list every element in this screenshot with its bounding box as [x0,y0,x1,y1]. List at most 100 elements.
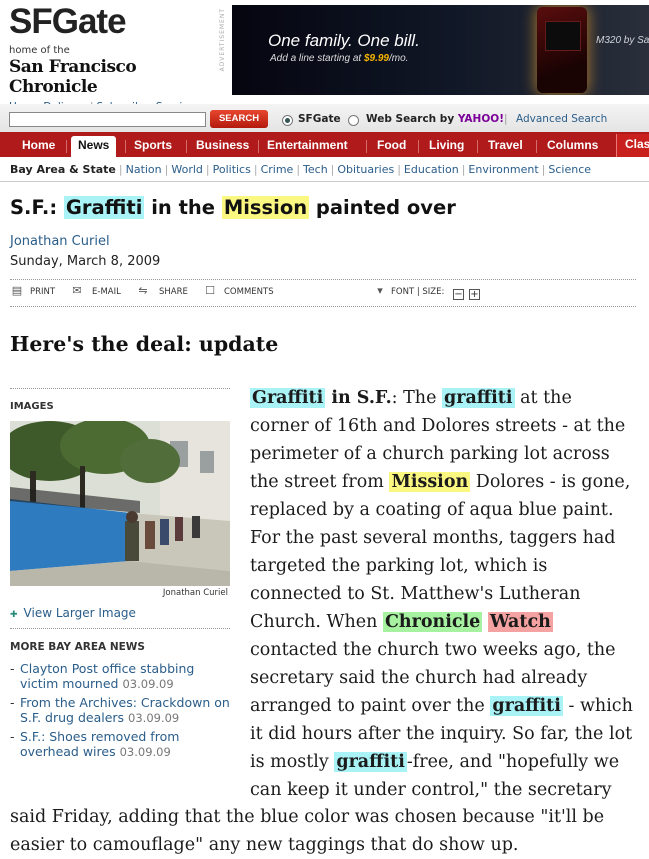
nav-divider [258,140,259,153]
sfgate-logo[interactable]: SFGate [9,3,224,41]
left-column-divider [10,388,230,389]
tab-sports[interactable]: Sports [134,136,172,157]
tools-divider-top [10,279,636,280]
subnav-education[interactable]: Education [404,163,459,176]
headline-graffiti: Graffiti [63,196,145,219]
body-line: connected to St. Matthew's Lutheran [250,584,581,604]
web-search-radio[interactable] [348,115,359,126]
photo-credit: Jonathan Curiel [162,588,228,598]
body-text: Dolores - is gone, [470,472,631,492]
email-link[interactable]: E-MAIL [92,287,121,297]
photo-graphic [10,421,230,586]
share-icon[interactable]: ⇋ [136,285,150,297]
subnav-science[interactable]: Science [548,163,591,176]
tab-classifieds[interactable]: Clas [616,134,649,157]
list-item[interactable]: From the Archives: Crackdown on S.F. dru… [10,695,230,726]
email-icon[interactable]: ✉ [70,285,84,297]
images-label: IMAGES [10,401,54,412]
list-item[interactable]: Clayton Post office stabbing victim mour… [10,661,230,692]
banner-advertisement[interactable]: One family. One bill. Add a line startin… [232,5,649,95]
subnav-environment[interactable]: Environment [468,163,538,176]
body-line: Graffiti in S.F.: The graffiti at the [250,384,642,412]
font-decrease-button[interactable]: − [453,289,464,300]
font-increase-button[interactable]: + [469,289,480,300]
more-news-date: 03.09.09 [128,711,180,725]
advertisement-label: ADVERTISEMENT [219,8,226,72]
web-search-radio-label: Web Search by YAHOO! [366,113,504,125]
more-news-label: MORE BAY AREA NEWS [10,641,145,653]
section-title: Here's the deal: update [10,332,279,356]
highlight-mission: Mission [389,472,471,492]
chronicle-logo[interactable]: San Francisco Chronicle [9,57,224,97]
body-line: For the past several months, taggers had [250,528,616,548]
nav-divider [186,140,187,153]
search-separator: | [504,113,508,125]
subnav-sep: | [330,163,335,176]
advanced-search-link[interactable]: Advanced Search [516,113,607,125]
nav-divider [418,140,419,153]
body-text: arranged to paint over the [250,696,491,716]
sfgate-radio-label: SFGate [298,113,341,125]
article-photo[interactable] [10,421,230,586]
highlight-graffiti: Graffiti [250,388,326,408]
view-larger-image-link[interactable]: ✚ View Larger Image [10,606,136,620]
body-text: - which [562,696,633,716]
highlight-graffiti: graffiti [334,752,407,772]
nav-divider [477,140,478,153]
search-input[interactable] [9,112,206,127]
search-bar: SEARCH SFGate Web Search by YAHOO! | Adv… [0,104,649,132]
comments-icon[interactable]: ☐ [203,285,217,297]
article-body-full-width: said Friday, adding that the blue color … [10,803,646,859]
subnav-current[interactable]: Bay Area & State [10,163,116,176]
subnav-obituaries[interactable]: Obituaries [337,163,394,176]
more-news-date: 03.09.09 [119,745,171,759]
nav-divider [66,140,67,153]
tab-living[interactable]: Living [429,136,464,157]
home-of-label: home of the [9,45,70,56]
view-larger-label: View Larger Image [23,606,136,620]
body-text: the street from [250,472,390,492]
body-line: perimeter of a church parking lot across [250,444,610,464]
subnav-sep: | [541,163,546,176]
list-item[interactable]: S.F.: Shoes removed from overhead wires … [10,729,230,760]
body-line: corner of 16th and Dolores streets - at … [250,416,626,436]
subnav-crime[interactable]: Crime [261,163,294,176]
tab-home[interactable]: Home [22,136,55,157]
ad-sub-prefix: Add a line starting at [270,53,364,64]
subnav-tech[interactable]: Tech [303,163,328,176]
highlight-watch: Watch [487,612,553,632]
comments-link[interactable]: COMMENTS [224,287,274,297]
tab-entertainment[interactable]: Entertainment [267,136,348,157]
ad-model-name: M320 by Sa [596,35,649,46]
tab-business[interactable]: Business [196,136,249,157]
tab-food[interactable]: Food [377,136,406,157]
more-news-date: 03.09.09 [122,677,174,691]
subnav-nation[interactable]: Nation [126,163,162,176]
sfgate-radio[interactable] [282,115,293,126]
body-line: targeted the parking lot, which is [250,556,548,576]
ad-price: $9.99 [363,53,389,64]
body-bold: in S.F. [325,388,392,408]
subnav-world[interactable]: World [171,163,203,176]
body-text: Church. When [250,612,383,632]
tools-divider-bottom [10,306,636,307]
tab-travel[interactable]: Travel [488,136,523,157]
main-nav: Home News Sports Business Entertainment … [0,132,649,157]
headline-suffix: painted over [309,196,456,219]
subnav-sep: | [164,163,169,176]
body-line: arranged to paint over the graffiti - wh… [250,692,642,720]
author-link[interactable]: Jonathan Curiel [10,234,110,249]
more-news-title[interactable]: From the Archives: Crackdown on S.F. dru… [20,695,230,725]
print-icon[interactable]: ▤ [10,285,24,297]
share-link[interactable]: SHARE [159,287,188,297]
headline-mission: Mission [221,196,310,219]
site-brand: SFGate home of the San Francisco Chronic… [9,3,224,114]
body-text: -free, and "hopefully we [406,752,620,772]
print-link[interactable]: PRINT [30,287,55,297]
search-button[interactable]: SEARCH [210,110,268,128]
tab-news[interactable]: News [71,136,117,157]
subnav-politics[interactable]: Politics [213,163,251,176]
tab-columns[interactable]: Columns [547,136,598,157]
highlight-graffiti: graffiti [490,696,563,716]
font-dropdown-icon[interactable]: ▾ [373,285,387,297]
